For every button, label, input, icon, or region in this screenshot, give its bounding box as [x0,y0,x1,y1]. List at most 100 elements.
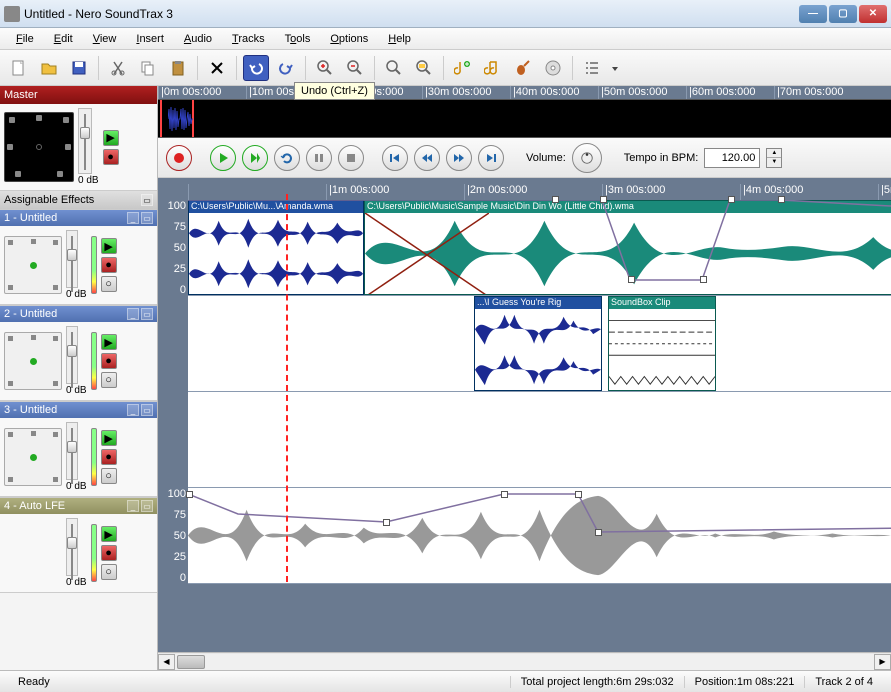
menu-file[interactable]: File [8,31,42,47]
tempo-input[interactable] [704,148,760,168]
track-lane-2[interactable]: ...\I Guess You're Rig SoundBox Clip [188,296,891,392]
maximize-button[interactable]: ▢ [829,5,857,23]
tempo-spinner[interactable]: ▲▼ [766,148,782,168]
track-fader[interactable] [66,326,78,384]
track-mute-button[interactable]: ● [101,257,117,273]
track-mute-button[interactable]: ● [101,449,117,465]
list-button[interactable] [579,55,605,81]
master-surround[interactable] [4,112,74,182]
menu-options[interactable]: Options [322,31,376,47]
track-solo-button[interactable]: ○ [101,372,117,388]
zoom-out-button[interactable] [342,55,368,81]
track-min-button[interactable]: _ [127,212,139,224]
env-point[interactable] [728,196,735,203]
undo-button[interactable] [243,55,269,81]
horizontal-scrollbar[interactable]: ◀ ▶ [158,652,891,670]
track-min-button[interactable]: _ [127,500,139,512]
clip-soundbox[interactable]: SoundBox Clip [608,296,716,391]
master-rec-button[interactable]: ● [103,149,119,165]
rewind-button[interactable] [414,145,440,171]
track-lane-1[interactable]: C:\Users\Public\Mu...\Amanda.wma C:\User… [188,200,891,296]
env-point[interactable] [600,196,607,203]
env-point[interactable] [700,276,707,283]
list-dropdown-button[interactable] [609,55,621,81]
track-min-button[interactable]: _ [127,308,139,320]
scroll-right-button[interactable]: ▶ [874,654,891,670]
forward-button[interactable] [446,145,472,171]
menu-edit[interactable]: Edit [46,31,81,47]
env-point[interactable] [383,519,390,526]
track-close-button[interactable]: ▭ [141,308,153,320]
redo-button[interactable] [273,55,299,81]
track-play-button[interactable]: ▶ [101,526,117,542]
track-close-button[interactable]: ▭ [141,500,153,512]
minimize-button[interactable]: — [799,5,827,23]
stop-button[interactable] [338,145,364,171]
zoom-in-button[interactable] [312,55,338,81]
env-point[interactable] [628,276,635,283]
to-end-button[interactable] [478,145,504,171]
scroll-thumb[interactable] [177,655,205,669]
delete-button[interactable] [204,55,230,81]
zoom-selection-button[interactable] [411,55,437,81]
env-point[interactable] [501,491,508,498]
loop-button[interactable] [274,145,300,171]
cut-button[interactable] [105,55,131,81]
track-solo-button[interactable]: ○ [101,468,117,484]
track-close-button[interactable]: ▭ [141,212,153,224]
track-play-button[interactable]: ▶ [101,238,117,254]
zoom-button[interactable] [381,55,407,81]
overview[interactable] [158,100,891,138]
track-surround[interactable] [4,332,62,390]
play-loop-button[interactable] [242,145,268,171]
menu-insert[interactable]: Insert [128,31,172,47]
add-track-button[interactable] [450,55,476,81]
pause-button[interactable] [306,145,332,171]
to-start-button[interactable] [382,145,408,171]
master-fader[interactable] [78,108,92,174]
track-close-button[interactable]: ▭ [141,404,153,416]
playhead[interactable] [286,194,288,582]
open-button[interactable] [36,55,62,81]
track-fader[interactable] [66,422,78,480]
fx-collapse-button[interactable]: ▭ [141,194,153,206]
menu-tools[interactable]: Tools [277,31,319,47]
record-button[interactable] [166,145,192,171]
overview-selection[interactable] [160,100,194,137]
env-point[interactable] [552,196,559,203]
track-lane-4[interactable] [188,488,891,584]
track-strip-header[interactable]: 3 - Untitled_▭ [0,402,157,418]
track-lane-3[interactable] [188,392,891,488]
master-play-button[interactable]: ▶ [103,130,119,146]
new-button[interactable] [6,55,32,81]
track-min-button[interactable]: _ [127,404,139,416]
track-mute-button[interactable]: ● [101,353,117,369]
track-solo-button[interactable]: ○ [101,276,117,292]
track-fader[interactable] [66,518,78,576]
track-strip-header[interactable]: 1 - Untitled_▭ [0,210,157,226]
copy-button[interactable] [135,55,161,81]
track-play-button[interactable]: ▶ [101,430,117,446]
menu-view[interactable]: View [85,31,125,47]
cd-button[interactable] [540,55,566,81]
menu-audio[interactable]: Audio [176,31,220,47]
track-strip-header[interactable]: 4 - Auto LFE_▭ [0,498,157,514]
track-ruler[interactable]: |1m 00s:000|2m 00s:000|3m 00s:000|4m 00s… [188,184,891,200]
clip-amanda[interactable]: C:\Users\Public\Mu...\Amanda.wma [188,200,364,295]
track-surround[interactable] [4,236,62,294]
scroll-left-button[interactable]: ◀ [158,654,175,670]
track-strip-header[interactable]: 2 - Untitled_▭ [0,306,157,322]
menu-help[interactable]: Help [380,31,419,47]
track-solo-button[interactable]: ○ [101,564,117,580]
volume-knob[interactable] [572,143,602,173]
menu-tracks[interactable]: Tracks [224,31,273,47]
track-mute-button[interactable]: ● [101,545,117,561]
env-point[interactable] [575,491,582,498]
clip-iguess[interactable]: ...\I Guess You're Rig [474,296,602,391]
close-button[interactable]: ✕ [859,5,887,23]
env-point[interactable] [186,491,193,498]
env-point[interactable] [778,196,785,203]
guitar-button[interactable] [510,55,536,81]
play-button[interactable] [210,145,236,171]
track-surround[interactable] [4,428,62,486]
